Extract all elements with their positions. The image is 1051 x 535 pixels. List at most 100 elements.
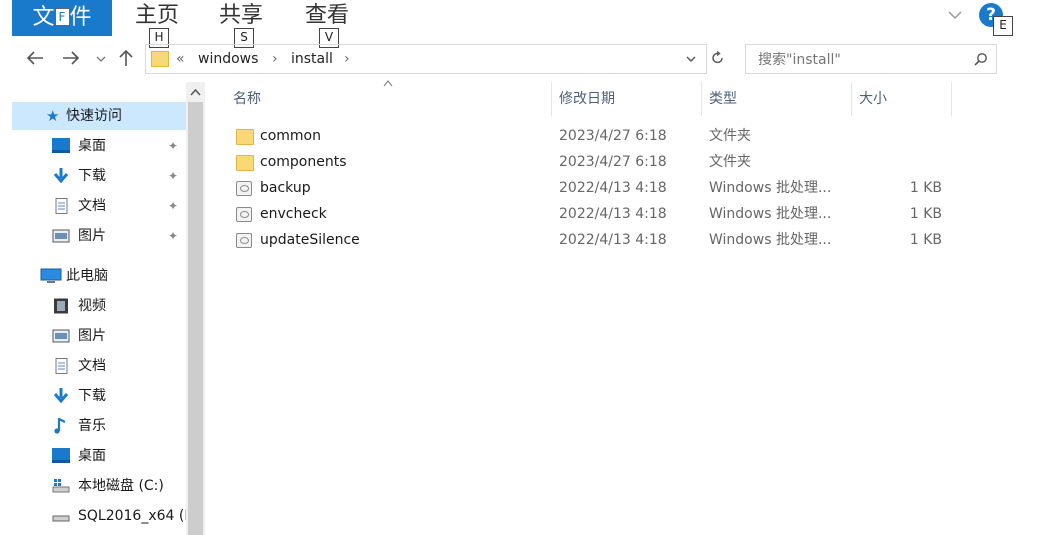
file-row[interactable]: backup 2022/4/13 4:18 Windows 批处理... 1 K…: [230, 175, 990, 201]
nav-pc-documents[interactable]: 文档: [12, 352, 186, 380]
download-arrow-icon: [53, 388, 69, 404]
address-dropdown-chevron-icon[interactable]: [686, 56, 696, 63]
search-input[interactable]: [756, 49, 960, 71]
column-divider[interactable]: [851, 82, 852, 116]
overflow-crumb[interactable]: «: [176, 45, 185, 73]
scroll-up-icon[interactable]: [190, 88, 201, 96]
file-date: 2023/4/27 6:18: [559, 154, 667, 170]
file-row[interactable]: components 2023/4/27 6:18 文件夹: [230, 149, 990, 175]
column-divider[interactable]: [701, 82, 702, 116]
picture-icon: [52, 229, 70, 243]
pin-icon[interactable]: ✦: [168, 222, 178, 250]
music-note-icon: [54, 418, 66, 434]
nav-quick-access-label: 快速访问: [66, 108, 122, 124]
up-arrow-icon[interactable]: [118, 49, 134, 67]
file-tab[interactable]: 文F件: [12, 0, 112, 36]
recent-locations-chevron-icon[interactable]: [96, 55, 106, 63]
navigation-pane: ★ 快速访问 桌面 ✦ 下载 ✦ 文档 ✦ 图片 ✦ 此电脑 视频 图片 文档 …: [0, 82, 205, 535]
nav-documents[interactable]: 文档 ✦: [12, 192, 186, 220]
tab-share-label: 共享: [219, 3, 264, 28]
nav-pc-downloads-label: 下载: [78, 388, 106, 404]
column-header-name[interactable]: 名称: [233, 82, 261, 116]
picture-icon: [52, 329, 70, 343]
file-row[interactable]: envcheck 2022/4/13 4:18 Windows 批处理... 1…: [230, 201, 990, 227]
desktop-icon: [52, 448, 70, 463]
nav-pc-desktop[interactable]: 桌面: [12, 442, 186, 470]
nav-pc-downloads[interactable]: 下载: [12, 382, 186, 410]
nav-pc-videos[interactable]: 视频: [12, 292, 186, 320]
column-header-size[interactable]: 大小: [859, 82, 887, 116]
desktop-icon: [52, 138, 70, 153]
document-icon: [55, 198, 68, 214]
file-type: 文件夹: [709, 154, 751, 170]
file-date: 2022/4/13 4:18: [559, 232, 667, 248]
file-row[interactable]: common 2023/4/27 6:18 文件夹: [230, 123, 990, 149]
nav-pc-desktop-label: 桌面: [78, 448, 106, 464]
pin-icon[interactable]: ✦: [168, 162, 178, 190]
back-arrow-icon[interactable]: [26, 50, 44, 66]
column-header-type[interactable]: 类型: [709, 82, 737, 116]
file-size: 1 KB: [909, 180, 942, 196]
nav-local-disk[interactable]: 本地磁盘 (C:): [12, 472, 186, 500]
nav-documents-label: 文档: [78, 198, 106, 214]
breadcrumb-separator[interactable]: ›: [272, 45, 278, 73]
nav-sql-drive-label: SQL2016_x64 (I: [78, 508, 189, 524]
nav-desktop[interactable]: 桌面 ✦: [12, 132, 186, 160]
file-name: envcheck: [260, 206, 327, 222]
file-name: updateSilence: [260, 232, 360, 248]
expand-ribbon-chevron-icon[interactable]: [948, 8, 962, 22]
keytip-help: E: [993, 16, 1013, 36]
nav-pictures[interactable]: 图片 ✦: [12, 222, 186, 250]
nav-sql-drive[interactable]: SQL2016_x64 (I: [12, 502, 189, 530]
forward-arrow-icon[interactable]: [62, 50, 80, 66]
folder-icon: [151, 51, 169, 67]
file-type: Windows 批处理...: [709, 232, 832, 248]
nav-local-disk-label: 本地磁盘 (C:): [78, 478, 164, 494]
file-date: 2023/4/27 6:18: [559, 128, 667, 144]
batch-file-icon: [236, 233, 252, 248]
nav-scrollbar[interactable]: [186, 82, 205, 535]
file-row[interactable]: updateSilence 2022/4/13 4:18 Windows 批处理…: [230, 227, 990, 253]
batch-file-icon: [236, 207, 252, 222]
download-arrow-icon: [53, 168, 69, 184]
nav-pc-videos-label: 视频: [78, 298, 106, 314]
refresh-icon[interactable]: [711, 51, 725, 65]
nav-this-pc[interactable]: 此电脑: [12, 262, 186, 290]
address-bar[interactable]: « windows › install ›: [145, 44, 707, 74]
file-tab-keytip: F: [54, 8, 70, 26]
star-icon: ★: [46, 107, 60, 125]
windows-drive-icon: [52, 479, 70, 493]
tab-view-label: 查看: [305, 3, 350, 28]
sort-ascending-icon: [383, 80, 393, 87]
nav-pc-pictures-label: 图片: [78, 328, 106, 344]
pin-icon[interactable]: ✦: [168, 192, 178, 220]
nav-downloads-label: 下载: [78, 168, 106, 184]
search-icon[interactable]: [974, 52, 988, 66]
nav-quick-access[interactable]: ★ 快速访问: [12, 102, 186, 130]
file-name: common: [260, 128, 321, 144]
file-size: 1 KB: [909, 232, 942, 248]
nav-downloads[interactable]: 下载 ✦: [12, 162, 186, 190]
file-name: backup: [260, 180, 311, 196]
breadcrumb-install[interactable]: install: [291, 45, 333, 73]
video-icon: [54, 298, 68, 314]
breadcrumb-windows[interactable]: windows: [198, 45, 258, 73]
column-divider[interactable]: [951, 82, 952, 116]
nav-scrollbar-thumb[interactable]: [188, 102, 203, 535]
pin-icon[interactable]: ✦: [168, 132, 178, 160]
column-divider[interactable]: [551, 82, 552, 116]
nav-pc-music[interactable]: 音乐: [12, 412, 186, 440]
file-type: 文件夹: [709, 128, 751, 144]
tab-home-label: 主页: [135, 3, 180, 28]
column-header-date[interactable]: 修改日期: [559, 82, 615, 116]
drive-icon: [52, 515, 70, 522]
nav-pc-pictures[interactable]: 图片: [12, 322, 186, 350]
batch-file-icon: [236, 181, 252, 196]
file-tab-label: 文F件: [32, 5, 92, 30]
nav-pc-documents-label: 文档: [78, 358, 106, 374]
nav-desktop-label: 桌面: [78, 138, 106, 154]
nav-pictures-label: 图片: [78, 228, 106, 244]
nav-this-pc-label: 此电脑: [66, 268, 108, 284]
breadcrumb-separator[interactable]: ›: [344, 45, 350, 73]
search-box[interactable]: [745, 44, 997, 74]
